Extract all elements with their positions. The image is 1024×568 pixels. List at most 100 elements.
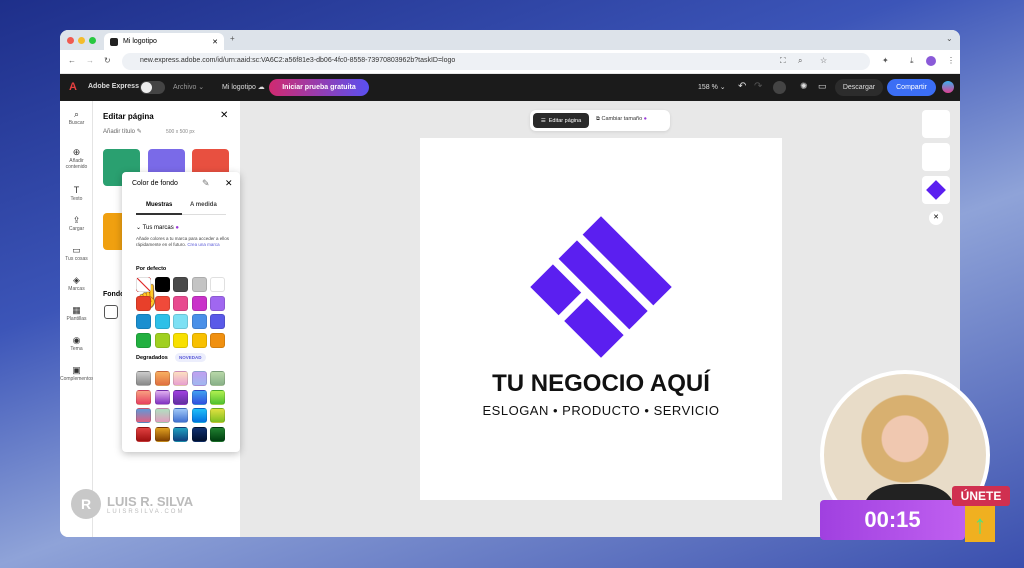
gradient-swatch[interactable]	[136, 371, 151, 386]
color-swatch[interactable]	[173, 295, 188, 311]
gradient-swatch[interactable]	[136, 426, 151, 442]
comment-icon[interactable]: ▭	[818, 81, 827, 92]
canvas-page[interactable]: TU NEGOCIO AQUÍ ESLOGAN • PRODUCTO • SER…	[420, 138, 782, 500]
menu-icon[interactable]: ⋮	[947, 56, 955, 65]
start-trial-button[interactable]: Iniciar prueba gratuita	[269, 79, 369, 96]
gradient-swatch[interactable]	[154, 408, 170, 423]
rail-item-texto[interactable]: T Texto	[60, 185, 93, 202]
close-tab-icon[interactable]: ✕	[212, 38, 218, 46]
user-avatar[interactable]	[942, 81, 954, 93]
color-swatch[interactable]	[191, 277, 207, 292]
doc-name[interactable]: Mi logotipo ☁	[222, 83, 265, 91]
color-swatch[interactable]	[154, 314, 170, 329]
color-swatch[interactable]	[191, 314, 207, 329]
gradient-swatch[interactable]	[210, 408, 225, 423]
close-popover-icon[interactable]: ✕	[225, 178, 233, 189]
color-swatch[interactable]	[154, 277, 170, 292]
file-menu[interactable]: Archivo ⌄	[173, 83, 204, 91]
gradient-swatch[interactable]	[154, 426, 170, 442]
gradient-swatch[interactable]	[210, 371, 225, 386]
maximize-window-button[interactable]	[89, 37, 96, 44]
color-swatch[interactable]	[136, 332, 151, 348]
gradient-swatch[interactable]	[191, 371, 207, 386]
rail-item-complementos[interactable]: ▣ Complementos	[60, 365, 94, 382]
add-title-field[interactable]: Añadir título ✎	[103, 128, 142, 135]
share-button[interactable]: Compartir	[887, 79, 936, 96]
color-swatch[interactable]	[136, 314, 151, 329]
color-swatch[interactable]	[136, 295, 151, 311]
page-thumbnail[interactable]	[922, 176, 950, 204]
color-swatch[interactable]	[210, 295, 225, 311]
zoom-level-dropdown[interactable]: 158 % ⌄	[698, 83, 726, 91]
color-swatch[interactable]	[210, 277, 225, 292]
gradient-swatch[interactable]	[173, 408, 188, 423]
rail-item-tema[interactable]: ◉ Tema	[60, 335, 93, 352]
collaborator-icon[interactable]	[773, 81, 786, 94]
close-panel-icon[interactable]: ✕	[220, 110, 228, 121]
join-badge[interactable]: ÚNETE	[952, 486, 1010, 506]
gradient-swatch[interactable]	[154, 389, 170, 405]
gradient-swatch[interactable]	[210, 389, 225, 405]
logo-title[interactable]: TU NEGOCIO AQUÍ	[420, 370, 782, 398]
url-input[interactable]: new.express.adobe.com/id/urn:aaid:sc:VA6…	[122, 53, 870, 70]
gradient-swatch[interactable]	[154, 371, 170, 386]
create-brand-link[interactable]: Crea una marca	[187, 242, 219, 247]
color-swatch[interactable]	[173, 277, 188, 292]
gradient-swatch[interactable]	[191, 408, 207, 423]
page-thumbnail[interactable]	[922, 143, 950, 171]
tab-custom[interactable]: A medida	[190, 202, 217, 208]
color-swatch[interactable]	[173, 314, 188, 329]
tab-list-button[interactable]: ⌄	[946, 34, 953, 43]
download-icon[interactable]: ⤓	[910, 56, 914, 66]
back-icon[interactable]: ←	[68, 56, 76, 65]
minimize-window-button[interactable]	[78, 37, 85, 44]
color-swatch[interactable]	[210, 314, 225, 329]
new-tab-button[interactable]: +	[230, 34, 235, 43]
color-swatch[interactable]	[154, 295, 170, 311]
bookmark-star-icon[interactable]: ☆	[820, 56, 827, 65]
gradient-swatch[interactable]	[191, 426, 207, 442]
your-brands-toggle[interactable]: ⌄ Tus marcas ●	[136, 224, 179, 231]
gradient-swatch[interactable]	[191, 389, 207, 405]
gradient-swatch[interactable]	[210, 426, 225, 442]
color-swatch[interactable]	[191, 295, 207, 311]
edit-page-button[interactable]: ☰ Editar página	[533, 113, 589, 128]
eyedropper-icon[interactable]: ✎	[202, 178, 210, 189]
page-thumbnail[interactable]	[922, 110, 950, 138]
rail-item-buscar[interactable]: ⌕ Buscar	[60, 109, 93, 126]
gradient-swatch[interactable]	[173, 389, 188, 405]
rail-item-cargar[interactable]: ⇪ Cargar	[60, 215, 93, 232]
gradient-swatch[interactable]	[173, 426, 188, 442]
tab-swatches[interactable]: Muestras	[146, 202, 172, 208]
rail-item-tus-cosas[interactable]: ▭ Tus cosas	[60, 245, 93, 262]
lightbulb-icon[interactable]: ✺	[800, 81, 808, 92]
gradient-swatch[interactable]	[136, 408, 151, 423]
undo-icon[interactable]: ↶	[738, 81, 746, 92]
background-swatch[interactable]	[104, 305, 118, 319]
redo-icon[interactable]: ↷	[754, 81, 762, 92]
forward-icon[interactable]: →	[86, 56, 94, 65]
browser-tab[interactable]: Mi logotipo ✕	[104, 33, 224, 50]
profile-avatar[interactable]	[926, 56, 936, 66]
gradient-swatch[interactable]	[136, 389, 151, 405]
rail-item-plantillas[interactable]: ▦ Plantillas	[60, 305, 93, 322]
color-swatch[interactable]	[191, 332, 207, 348]
color-swatch[interactable]	[210, 332, 225, 348]
zoom-icon[interactable]: ⌕	[798, 56, 802, 66]
no-color-swatch[interactable]	[136, 277, 151, 292]
extensions-icon[interactable]: ✦	[882, 56, 889, 65]
close-thumbnails-button[interactable]: ✕	[929, 211, 943, 225]
color-swatch[interactable]	[173, 332, 188, 348]
toggle-switch[interactable]	[140, 81, 165, 94]
rail-item-añadir-contenido[interactable]: ⊕ Añadir contenido	[60, 147, 93, 170]
download-button[interactable]: Descargar	[835, 79, 883, 96]
reload-icon[interactable]: ↻	[104, 56, 111, 65]
gradient-swatch[interactable]	[173, 371, 188, 386]
resize-button[interactable]: ⧉ Cambiar tamaño ●	[596, 116, 647, 123]
rail-item-marcas[interactable]: ◈ Marcas	[60, 275, 93, 292]
logo-slogan[interactable]: ESLOGAN • PRODUCTO • SERVICIO	[420, 403, 782, 418]
translate-icon[interactable]: ⛶	[780, 56, 786, 66]
logo-mark[interactable]	[530, 216, 672, 358]
close-window-button[interactable]	[67, 37, 74, 44]
color-swatch[interactable]	[154, 332, 170, 348]
